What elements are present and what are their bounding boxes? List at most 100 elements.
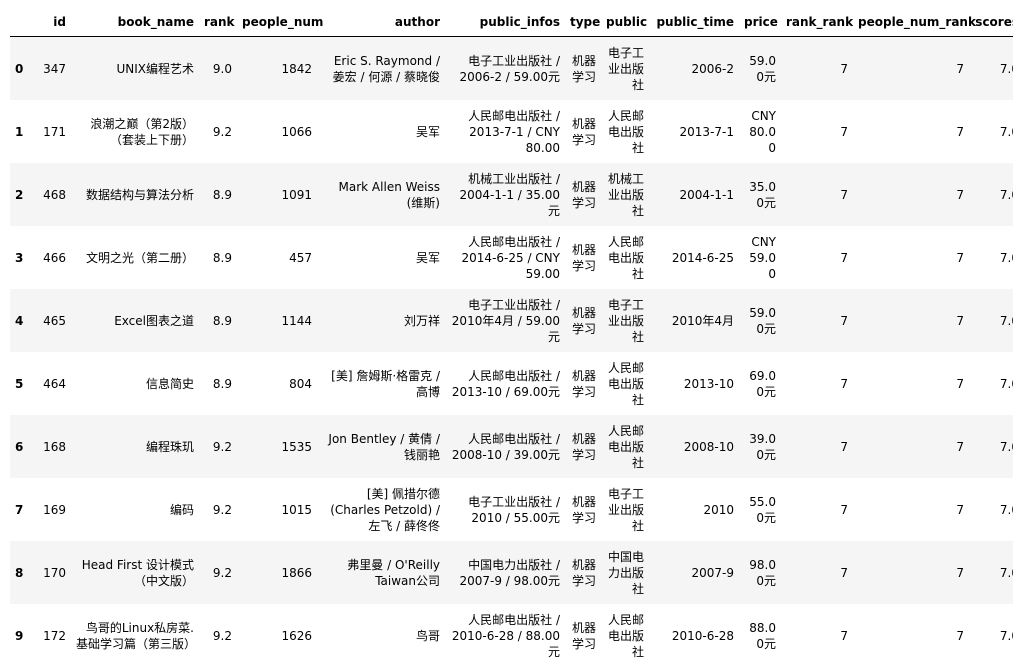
cell-public: 人民邮电出版社 — [607, 360, 644, 407]
cell-public: 电子工业出版社 — [607, 486, 644, 533]
row-index-cell: 8 — [15, 565, 24, 580]
cell-id: 172 — [43, 628, 66, 643]
cell-book-name: Excel图表之道 — [114, 313, 194, 328]
cell-public-time: 2014-6-25 — [671, 250, 734, 265]
cell-public: 人民邮电出版社 — [607, 612, 644, 659]
cell-price: CNY 59.00 — [749, 234, 776, 281]
cell-rank: 9.2 — [212, 439, 232, 454]
header-index-column — [10, 8, 31, 37]
cell-public-time: 2007-9 — [691, 565, 734, 580]
cell-rank-rank: 7 — [840, 250, 848, 265]
column-header-rank-rank: rank_rank — [781, 8, 853, 37]
column-header-price: price — [739, 8, 781, 37]
cell-author: 刘万祥 — [403, 313, 440, 328]
table-header: id book_name rank people_num author public_in… — [10, 8, 1013, 37]
cell-public-time: 2013-10 — [683, 376, 734, 391]
cell-id: 464 — [43, 376, 66, 391]
cell-public-time: 2008-10 — [683, 439, 734, 454]
cell-id: 466 — [43, 250, 66, 265]
cell-scores: 7.0 — [999, 124, 1013, 139]
cell-rank: 9.2 — [212, 565, 232, 580]
table-row: 4 465 Excel图表之道 8.9 1144 刘万祥 电子工业出版社 / 2010年4月… — [10, 289, 1013, 352]
cell-people-num-rank: 7 — [956, 124, 964, 139]
column-header-rank: rank — [199, 8, 237, 37]
cell-public: 人民邮电出版社 — [607, 234, 644, 281]
table-row: 5 464 信息简史 8.9 804 [美] 詹姆斯·格雷克 / 高博 人民邮电出版社 / … — [10, 352, 1013, 415]
cell-public-infos: 电子工业出版社 / 2010年4月 / 59.00元 — [451, 297, 560, 344]
cell-author: 弗里曼 / O'Reilly Taiwan公司 — [347, 557, 440, 588]
cell-rank-rank: 7 — [840, 439, 848, 454]
cell-scores: 7.0 — [999, 187, 1013, 202]
cell-price: 69.00元 — [749, 368, 776, 399]
row-index-cell: 5 — [15, 376, 24, 391]
cell-people-num: 457 — [289, 250, 312, 265]
table-row: 0 347 UNIX编程艺术 9.0 1842 Eric S. Raymond / 姜宏 … — [10, 36, 1013, 100]
cell-id: 168 — [43, 439, 66, 454]
row-index-cell: 6 — [15, 439, 24, 454]
cell-price: 35.00元 — [749, 179, 776, 210]
cell-scores: 7.0 — [999, 376, 1013, 391]
table-row: 3 466 文明之光（第二册） 8.9 457 吴军 人民邮电出版社 / 2014-6-25… — [10, 226, 1013, 289]
column-header-people-num-rank: people_num_rank — [853, 8, 976, 37]
cell-book-name: 编码 — [169, 502, 194, 517]
cell-id: 465 — [43, 313, 66, 328]
table-row: 9 172 鸟哥的Linux私房菜.基础学习篇（第三版） 9.2 1626 鸟哥 人民邮电出… — [10, 604, 1013, 667]
cell-id: 468 — [43, 187, 66, 202]
cell-author: 鸟哥 — [415, 628, 440, 643]
cell-people-num-rank: 7 — [956, 61, 964, 76]
cell-public-infos: 人民邮电出版社 / 2010-6-28 / 88.00元 — [451, 612, 560, 659]
cell-scores: 7.0 — [999, 439, 1013, 454]
cell-rank: 8.9 — [212, 313, 232, 328]
cell-rank: 8.9 — [212, 376, 232, 391]
row-index-cell: 3 — [15, 250, 24, 265]
row-index-cell: 2 — [15, 187, 24, 202]
cell-id: 170 — [43, 565, 66, 580]
cell-public-infos: 电子工业出版社 / 2010 / 55.00元 — [468, 494, 560, 525]
cell-book-name: 文明之光（第二册） — [85, 250, 194, 265]
cell-people-num: 1535 — [281, 439, 312, 454]
table-row: 7 169 编码 9.2 1015 [美] 佩措尔德 (Charles Petzold) … — [10, 478, 1013, 541]
cell-public-infos: 电子工业出版社 / 2006-2 / 59.00元 — [459, 53, 560, 84]
cell-rank: 9.0 — [212, 61, 232, 76]
table-row: 1 171 浪潮之巅（第2版）（套装上下册） 9.2 1066 吴军 人民邮电出版社 / 2… — [10, 100, 1013, 163]
cell-public-infos: 人民邮电出版社 / 2013-7-1 / CNY 80.00 — [468, 108, 560, 155]
column-header-public-time: public_time — [649, 8, 739, 37]
cell-type: 机器学习 — [571, 53, 596, 84]
cell-public: 电子工业出版社 — [607, 297, 644, 344]
column-header-people-num: people_num — [237, 8, 323, 37]
cell-public: 电子工业出版社 — [607, 45, 644, 92]
cell-author: Mark Allen Weiss (维斯) — [338, 179, 440, 210]
cell-author: [美] 詹姆斯·格雷克 / 高博 — [331, 368, 440, 399]
cell-rank: 9.2 — [212, 124, 232, 139]
cell-public: 人民邮电出版社 — [607, 423, 644, 470]
cell-people-num: 1866 — [281, 565, 312, 580]
column-header-author: author — [317, 8, 445, 37]
column-header-public: public — [601, 8, 649, 37]
row-index-cell: 1 — [15, 124, 24, 139]
header-row: id book_name rank people_num author public_in… — [10, 8, 1013, 37]
row-index-cell: 0 — [15, 61, 24, 76]
cell-people-num: 1144 — [281, 313, 312, 328]
cell-public-time: 2010年4月 — [671, 313, 734, 328]
cell-rank: 9.2 — [212, 502, 232, 517]
cell-type: 机器学习 — [571, 116, 596, 147]
table-row: 8 170 Head First 设计模式（中文版） 9.2 1866 弗里曼 / O'R… — [10, 541, 1013, 604]
cell-public-infos: 人民邮电出版社 / 2013-10 / 69.00元 — [451, 368, 560, 399]
cell-public-time: 2004-1-1 — [679, 187, 734, 202]
cell-type: 机器学习 — [571, 494, 596, 525]
cell-rank-rank: 7 — [840, 61, 848, 76]
cell-book-name: 浪潮之巅（第2版）（套装上下册） — [90, 116, 194, 147]
cell-author: [美] 佩措尔德 (Charles Petzold) / 左飞 / 薛佟佟 — [330, 486, 440, 533]
cell-people-num: 1842 — [281, 61, 312, 76]
cell-type: 机器学习 — [571, 368, 596, 399]
cell-price: 55.00元 — [749, 494, 776, 525]
cell-book-name: Head First 设计模式（中文版） — [81, 557, 194, 588]
cell-id: 171 — [43, 124, 66, 139]
cell-rank-rank: 7 — [840, 313, 848, 328]
cell-public-time: 2010 — [703, 502, 734, 517]
cell-scores: 7.0 — [999, 628, 1013, 643]
cell-public-time: 2013-7-1 — [679, 124, 734, 139]
cell-people-num: 1091 — [281, 187, 312, 202]
cell-book-name: 鸟哥的Linux私房菜.基础学习篇（第三版） — [76, 620, 197, 651]
cell-public-infos: 机械工业出版社 / 2004-1-1 / 35.00元 — [459, 171, 561, 218]
